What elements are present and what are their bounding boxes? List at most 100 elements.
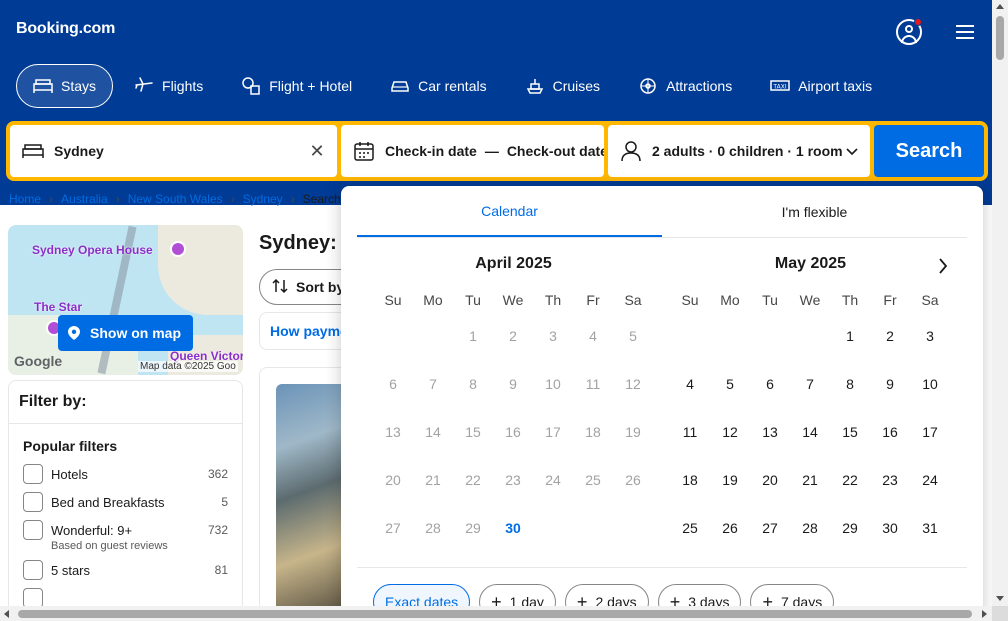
calendar-day[interactable]: 29 xyxy=(830,504,870,552)
calendar-day[interactable]: 27 xyxy=(750,504,790,552)
calendar-day[interactable]: 5 xyxy=(710,360,750,408)
calendar-day[interactable]: 28 xyxy=(790,504,830,552)
nav-flights[interactable]: Flights xyxy=(117,64,220,108)
scroll-thumb[interactable] xyxy=(18,610,972,618)
calendar-day: 19 xyxy=(625,424,641,440)
calendar-day[interactable]: 4 xyxy=(670,360,710,408)
weekday-label: Mo xyxy=(423,292,443,308)
calendar-day: 16 xyxy=(505,424,521,440)
sort-icon xyxy=(272,278,288,297)
calendar-day[interactable]: 31 xyxy=(910,504,950,552)
checkbox[interactable] xyxy=(23,492,43,512)
clear-icon[interactable]: ✕ xyxy=(309,142,325,160)
nav-flight-hotel[interactable]: Flight + Hotel xyxy=(224,64,369,108)
nav-stays[interactable]: Stays xyxy=(16,64,114,108)
calendar-day[interactable]: 9 xyxy=(870,360,910,408)
calendar-day[interactable]: 30 xyxy=(493,504,533,552)
guests-field[interactable]: 2 adults · 0 children · 1 room xyxy=(608,125,870,177)
calendar-day[interactable]: 17 xyxy=(910,408,950,456)
filter-option-label: Wonderful: 9+ xyxy=(51,522,133,538)
bed-icon xyxy=(33,76,53,96)
calendar-day[interactable]: 7 xyxy=(790,360,830,408)
breadcrumb-australia[interactable]: Australia xyxy=(61,192,108,206)
filter-panel: Filter by: Popular filters Hotels 362 Be… xyxy=(8,380,243,620)
calendar-day[interactable]: 20 xyxy=(750,456,790,504)
calendar-day: 9 xyxy=(509,376,517,392)
checkbox[interactable] xyxy=(23,560,43,580)
scroll-thumb[interactable] xyxy=(996,16,1004,60)
filter-option-hotels[interactable]: Hotels 362 xyxy=(9,460,242,488)
calendar-day[interactable]: 23 xyxy=(870,456,910,504)
breadcrumb-nsw[interactable]: New South Wales xyxy=(128,192,223,206)
search-button[interactable]: Search xyxy=(874,125,984,177)
tab-flexible[interactable]: I'm flexible xyxy=(662,186,967,237)
calendar-day: 21 xyxy=(425,472,441,488)
divider xyxy=(357,567,967,568)
logo[interactable]: Booking.com xyxy=(16,20,115,38)
horizontal-scrollbar[interactable] xyxy=(0,606,992,621)
checkbox[interactable] xyxy=(23,520,43,540)
breadcrumb-sydney[interactable]: Sydney xyxy=(243,192,283,206)
weekday-label: Tu xyxy=(465,292,481,308)
calendar-day[interactable]: 21 xyxy=(790,456,830,504)
chevron-right-icon: › xyxy=(290,192,295,206)
menu-icon[interactable] xyxy=(956,25,974,39)
checkbox[interactable] xyxy=(23,588,43,608)
filter-option-label: Bed and Breakfasts xyxy=(51,494,165,510)
weekday-label: Sa xyxy=(624,292,642,308)
calendar-day[interactable]: 2 xyxy=(870,312,910,360)
calendar-day[interactable]: 13 xyxy=(750,408,790,456)
filter-option-count: 362 xyxy=(207,467,228,481)
calendar-day[interactable]: 11 xyxy=(670,408,710,456)
checkbox[interactable] xyxy=(23,464,43,484)
nav-airport-taxis[interactable]: TAXI Airport taxis xyxy=(753,64,889,108)
destination-field[interactable]: Sydney ✕ xyxy=(10,125,337,177)
scrollbar-corner xyxy=(992,606,1008,621)
calendar-day: 17 xyxy=(545,424,561,440)
calendar-day[interactable]: 16 xyxy=(870,408,910,456)
taxi-icon: TAXI xyxy=(770,76,790,96)
calendar-day[interactable]: 1 xyxy=(830,312,870,360)
scroll-right-icon[interactable] xyxy=(982,610,987,618)
calendar-day[interactable]: 24 xyxy=(910,456,950,504)
calendar-day[interactable]: 26 xyxy=(710,504,750,552)
calendar-day[interactable]: 14 xyxy=(790,408,830,456)
breadcrumb-home[interactable]: Home xyxy=(9,192,41,206)
scroll-up-icon[interactable] xyxy=(996,4,1004,9)
nav-car-rentals[interactable]: Car rentals xyxy=(373,64,503,108)
vertical-scrollbar[interactable] xyxy=(992,0,1008,606)
car-icon xyxy=(390,76,410,96)
calendar-day[interactable]: 8 xyxy=(830,360,870,408)
calendar-day[interactable]: 12 xyxy=(710,408,750,456)
calendar-day[interactable]: 19 xyxy=(710,456,750,504)
next-month-icon[interactable] xyxy=(933,256,953,276)
filter-option-5-stars[interactable]: 5 stars 81 xyxy=(9,556,242,584)
nav-label: Airport taxis xyxy=(798,78,873,94)
calendar-day[interactable]: 15 xyxy=(830,408,870,456)
filter-option-note: Based on guest reviews xyxy=(51,540,168,552)
calendar-day[interactable]: 18 xyxy=(670,456,710,504)
calendar-day[interactable]: 6 xyxy=(750,360,790,408)
calendar-day[interactable]: 22 xyxy=(830,456,870,504)
nav-cruises[interactable]: Cruises xyxy=(508,64,617,108)
calendar-day[interactable]: 25 xyxy=(670,504,710,552)
dates-field[interactable]: Check-in date — Check-out date xyxy=(341,125,604,177)
account-icon[interactable] xyxy=(896,18,922,45)
show-on-map-button[interactable]: Show on map xyxy=(58,315,193,351)
page: Booking.com Stays Flights Flight + Hotel… xyxy=(0,0,1008,621)
calendar-day[interactable]: 30 xyxy=(870,504,910,552)
svg-text:TAXI: TAXI xyxy=(773,84,787,91)
calendar-day[interactable]: 10 xyxy=(910,360,950,408)
tab-calendar[interactable]: Calendar xyxy=(357,186,662,237)
scroll-down-icon[interactable] xyxy=(996,596,1004,601)
empty-cell xyxy=(413,312,453,360)
calendar-day: 7 xyxy=(429,376,437,392)
map-preview[interactable]: Sydney Opera House The Star Queen Victor… xyxy=(8,225,243,375)
attractions-icon xyxy=(638,76,658,96)
calendar-day: 20 xyxy=(385,472,401,488)
filter-option-bnb[interactable]: Bed and Breakfasts 5 xyxy=(9,488,242,516)
scroll-left-icon[interactable] xyxy=(4,610,9,618)
calendar-day[interactable]: 3 xyxy=(910,312,950,360)
nav-attractions[interactable]: Attractions xyxy=(621,64,749,108)
chevron-down-icon xyxy=(846,143,858,159)
